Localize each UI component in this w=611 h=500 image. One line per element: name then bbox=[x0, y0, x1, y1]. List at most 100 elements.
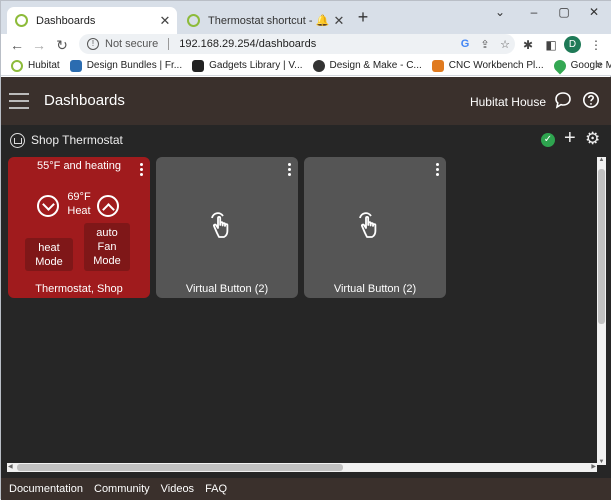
gear-icon[interactable]: ⚙ bbox=[585, 129, 600, 149]
bookmark-label: Hubitat bbox=[28, 60, 60, 71]
setpoint-display: 69°F Heat bbox=[59, 190, 99, 218]
bookmark-google-maps[interactable]: Google Maps bbox=[551, 57, 611, 74]
design-bundles-icon bbox=[69, 59, 82, 72]
share-icon[interactable]: ⇪ bbox=[475, 38, 495, 51]
forward-arrow-icon[interactable]: → bbox=[29, 35, 49, 55]
bookmark-cnc-workbench[interactable]: CNC Workbench Pl... bbox=[431, 59, 544, 72]
horizontal-scrollbar[interactable]: ◀ ▶ bbox=[7, 463, 597, 472]
mode-value: heat bbox=[38, 242, 60, 254]
help-icon[interactable] bbox=[582, 91, 600, 109]
tile-label: Virtual Button (2) bbox=[185, 283, 269, 295]
star-icon[interactable]: ☆ bbox=[495, 38, 515, 51]
minimize-button[interactable]: – bbox=[519, 3, 549, 23]
tab-thermostat-shortcut[interactable]: Thermostat shortcut - 🔔 Get He ✕ bbox=[179, 7, 351, 34]
hub-name: Hubitat House bbox=[469, 95, 546, 109]
tab-title: Dashboards bbox=[36, 14, 96, 27]
tab-close-icon[interactable]: ✕ bbox=[331, 13, 347, 29]
tile-label: Thermostat, Shop bbox=[35, 283, 123, 295]
hand-tap-icon bbox=[211, 212, 229, 238]
scroll-down-icon[interactable]: ▼ bbox=[598, 459, 605, 465]
chat-bubble-icon[interactable] bbox=[554, 91, 572, 109]
footer-link-videos[interactable]: Videos bbox=[161, 483, 194, 495]
menu-icon[interactable]: ⋮ bbox=[586, 35, 606, 55]
hubitat-favicon-icon bbox=[187, 14, 200, 27]
scrollbar-thumb[interactable] bbox=[17, 464, 343, 471]
thermostat-status: 55°F and heating bbox=[37, 160, 121, 172]
setpoint-mode: Heat bbox=[67, 205, 91, 217]
security-label: Not secure bbox=[105, 38, 159, 50]
tab-title: Thermostat shortcut - 🔔 Get He bbox=[208, 15, 331, 27]
url-text[interactable]: 192.168.29.254/dashboards bbox=[179, 38, 455, 50]
home-icon[interactable] bbox=[10, 133, 25, 148]
bookmarks-bar: Hubitat Design Bundles | Fr... Gadgets L… bbox=[1, 56, 611, 76]
scroll-up-icon[interactable]: ▲ bbox=[598, 157, 605, 163]
tab-dashboards[interactable]: Dashboards ✕ bbox=[7, 7, 177, 34]
footer: Documentation Community Videos FAQ bbox=[1, 478, 611, 500]
gadgets-library-icon bbox=[192, 59, 205, 72]
app-header: Dashboards Hubitat House bbox=[1, 77, 611, 125]
thermostat-mode-button[interactable]: heat Mode bbox=[25, 238, 73, 271]
side-panel-icon[interactable]: ◧ bbox=[541, 35, 561, 55]
bookmark-label: CNC Workbench Pl... bbox=[448, 60, 544, 71]
browser-toolbar: ← → ↻ ! Not secure 192.168.29.254/dashbo… bbox=[1, 34, 611, 56]
extensions-icon[interactable]: ✱ bbox=[518, 35, 538, 55]
tile-menu-icon[interactable] bbox=[288, 163, 292, 178]
browser-window: Dashboards ✕ Thermostat shortcut - 🔔 Get… bbox=[0, 0, 611, 500]
setpoint-value: 69°F bbox=[67, 191, 91, 203]
bookmark-label: Google Maps bbox=[570, 60, 611, 71]
tab-close-icon[interactable]: ✕ bbox=[157, 13, 173, 29]
design-make-icon bbox=[312, 59, 325, 72]
hubitat-favicon-icon bbox=[15, 14, 28, 27]
bookmark-design-bundles[interactable]: Design Bundles | Fr... bbox=[69, 59, 183, 72]
close-window-button[interactable]: ✕ bbox=[579, 3, 609, 23]
fan-value: auto bbox=[96, 227, 118, 239]
back-arrow-icon[interactable]: ← bbox=[7, 35, 27, 55]
bookmark-gadgets-library[interactable]: Gadgets Library | V... bbox=[192, 59, 303, 72]
new-tab-button[interactable]: + bbox=[353, 8, 373, 28]
fan-mode-button[interactable]: auto Fan Mode bbox=[84, 223, 130, 271]
address-bar[interactable]: ! Not secure 192.168.29.254/dashboards G… bbox=[79, 34, 515, 54]
cnc-workbench-icon bbox=[431, 59, 444, 72]
page-title: Dashboards bbox=[44, 92, 125, 109]
fan-label: Fan bbox=[97, 241, 117, 253]
thermostat-tile[interactable]: 55°F and heating 69°F Heat heat Mode aut… bbox=[8, 157, 150, 298]
bookmark-label: Design Bundles | Fr... bbox=[86, 60, 183, 71]
hubitat-icon bbox=[11, 59, 23, 72]
virtual-button-tile[interactable]: Virtual Button (2) bbox=[304, 157, 446, 298]
add-tile-icon[interactable]: + bbox=[564, 128, 576, 148]
fan-mode-label: Mode bbox=[93, 255, 121, 267]
hand-tap-icon bbox=[359, 212, 377, 238]
footer-link-documentation[interactable]: Documentation bbox=[9, 483, 83, 495]
setpoint-up-icon[interactable] bbox=[97, 195, 119, 217]
scroll-right-icon[interactable]: ▶ bbox=[591, 463, 596, 470]
check-circle-icon: ✓ bbox=[541, 133, 555, 147]
setpoint-down-icon[interactable] bbox=[37, 195, 59, 217]
profile-avatar[interactable]: D bbox=[564, 36, 581, 53]
tab-strip: Dashboards ✕ Thermostat shortcut - 🔔 Get… bbox=[1, 1, 611, 34]
mode-label: Mode bbox=[35, 256, 63, 268]
bookmark-hubitat[interactable]: Hubitat bbox=[11, 59, 60, 72]
page-content: Dashboards Hubitat House Shop Thermostat… bbox=[1, 77, 611, 500]
map-pin-icon bbox=[551, 57, 569, 74]
scroll-left-icon[interactable]: ◀ bbox=[8, 463, 13, 470]
tile-menu-icon[interactable] bbox=[436, 163, 440, 178]
chevron-down-icon[interactable]: ⌄ bbox=[485, 3, 515, 23]
footer-link-community[interactable]: Community bbox=[94, 483, 150, 495]
more-bookmarks-icon[interactable]: » bbox=[596, 59, 602, 71]
dashboard-name: Shop Thermostat bbox=[31, 133, 123, 147]
footer-link-faq[interactable]: FAQ bbox=[205, 483, 227, 495]
dashboard-header: Shop Thermostat ✓ + ⚙ bbox=[1, 125, 611, 155]
google-translate-icon[interactable]: G bbox=[455, 38, 475, 50]
hamburger-menu-icon[interactable] bbox=[9, 93, 29, 109]
bookmark-label: Gadgets Library | V... bbox=[209, 60, 303, 71]
divider bbox=[168, 38, 170, 50]
info-icon[interactable]: ! bbox=[87, 38, 99, 50]
bookmark-label: Design & Make - C... bbox=[329, 60, 422, 71]
vertical-scrollbar[interactable]: ▲ ▼ bbox=[597, 157, 606, 465]
tile-label: Virtual Button (2) bbox=[333, 283, 417, 295]
bookmark-design-make[interactable]: Design & Make - C... bbox=[312, 59, 422, 72]
maximize-button[interactable]: ▢ bbox=[549, 3, 579, 23]
reload-icon[interactable]: ↻ bbox=[52, 35, 72, 55]
scrollbar-thumb[interactable] bbox=[598, 169, 605, 324]
virtual-button-tile[interactable]: Virtual Button (2) bbox=[156, 157, 298, 298]
